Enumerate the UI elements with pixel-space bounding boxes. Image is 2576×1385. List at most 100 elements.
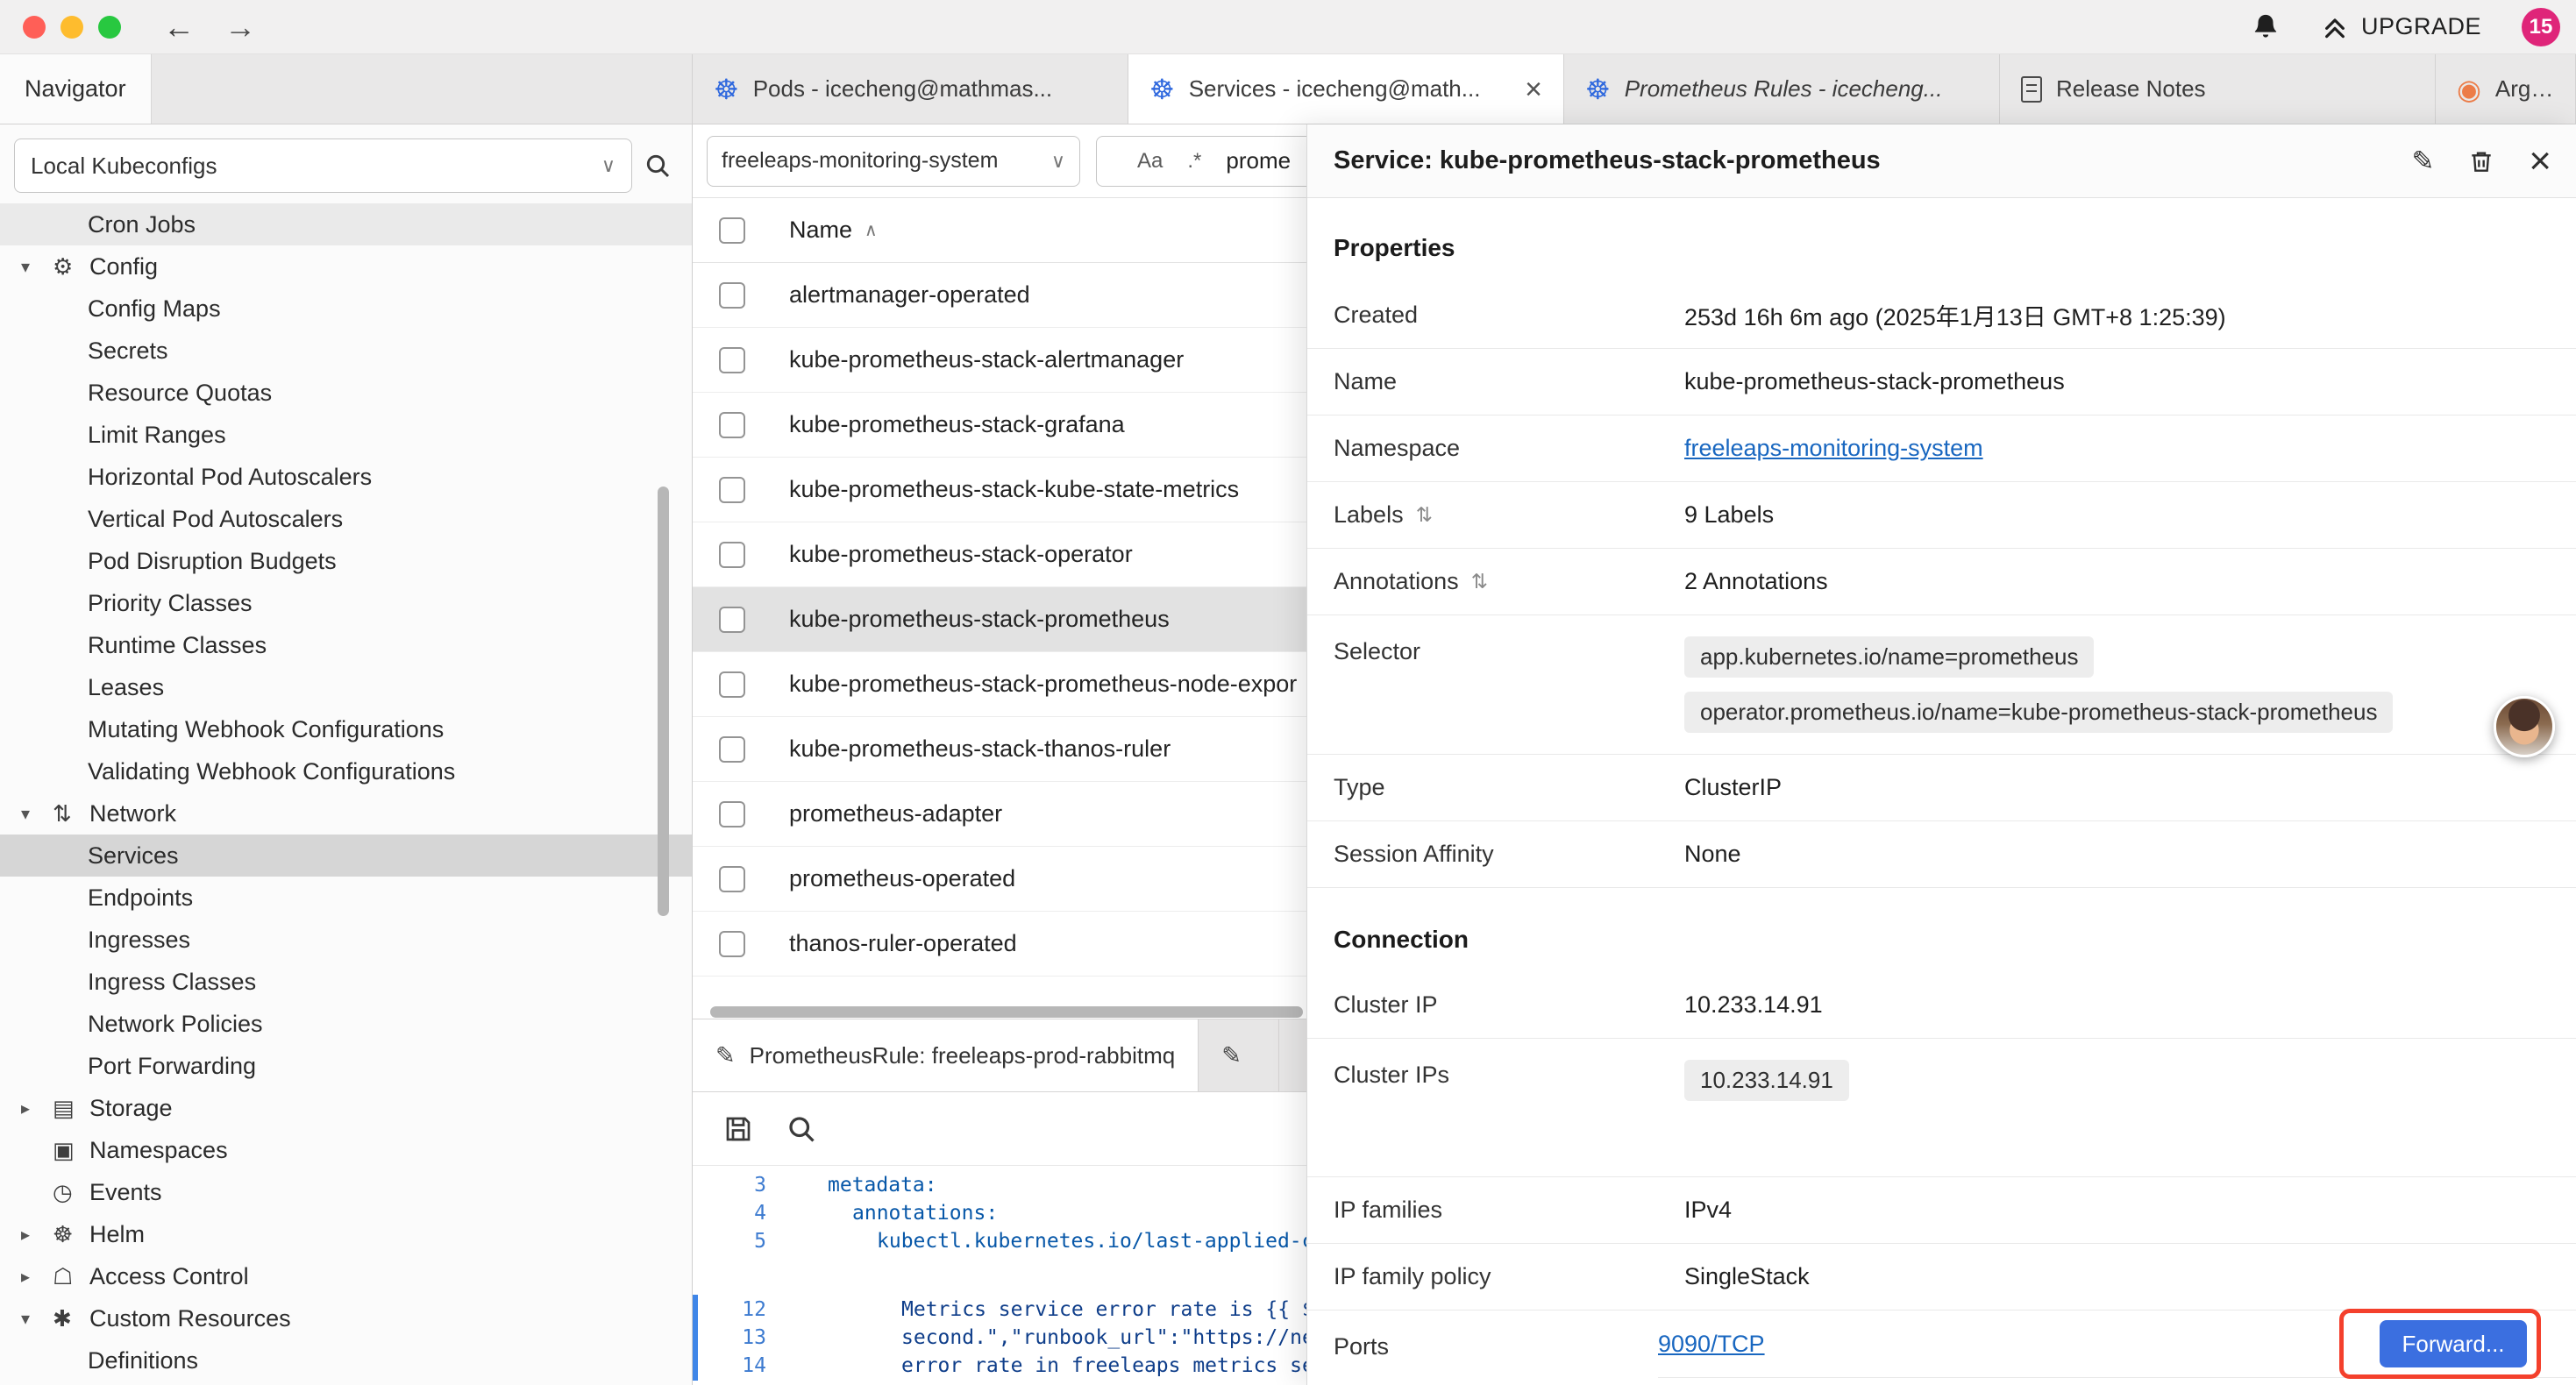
- namespace-select[interactable]: freeleaps-monitoring-system ∨: [707, 136, 1080, 187]
- editor-tab-prometheusrule-freeleaps-prod-rabbitmq[interactable]: PrometheusRule: freeleaps-prod-rabbitmq: [693, 1019, 1199, 1091]
- sidebar-item-priority-classes[interactable]: Priority Classes: [0, 582, 692, 624]
- delete-icon[interactable]: [2467, 147, 2495, 175]
- tab-pods-icecheng-mathmas[interactable]: Pods - icecheng@mathmas...: [693, 54, 1128, 124]
- detail-value: 253d 16h 6m ago (2025年1月13日 GMT+8 1:25:3…: [1684, 298, 2226, 332]
- detail-value: kube-prometheus-stack-prometheus: [1684, 368, 2065, 395]
- match-case-toggle[interactable]: Aa: [1137, 149, 1163, 174]
- forward-button[interactable]: Forward...: [2380, 1320, 2527, 1367]
- close-panel-icon[interactable]: ×: [2529, 146, 2551, 176]
- sidebar-item-events[interactable]: Events: [0, 1171, 692, 1213]
- sidebar-item-label: Network Policies: [88, 1011, 263, 1038]
- sidebar-item-runtime-classes[interactable]: Runtime Classes: [0, 624, 692, 666]
- sidebar-item-definitions[interactable]: Definitions: [0, 1339, 692, 1381]
- chevron-down-icon[interactable]: [21, 803, 53, 825]
- forward-arrow-icon[interactable]: →: [224, 11, 256, 43]
- tab-release-notes[interactable]: Release Notes: [2000, 54, 2436, 124]
- chevron-down-icon: ∨: [601, 156, 616, 175]
- tab-label: Argo S...: [2495, 75, 2554, 103]
- code-text: annotations:: [789, 1202, 998, 1225]
- sidebar-item-validating-webhook-configurations[interactable]: Validating Webhook Configurations: [0, 750, 692, 792]
- expand-toggle-icon[interactable]: ⇅: [1471, 570, 1488, 593]
- row-checkbox[interactable]: [719, 931, 745, 957]
- port-link[interactable]: 9090/TCP: [1658, 1331, 1765, 1358]
- edit-icon[interactable]: ✎: [2411, 146, 2434, 177]
- sidebar-scrollbar[interactable]: [658, 487, 669, 916]
- sidebar-item-custom-resources[interactable]: Custom Resources: [0, 1297, 692, 1339]
- row-checkbox[interactable]: [719, 671, 745, 698]
- helm-icon: [53, 1221, 89, 1248]
- column-header-name[interactable]: Name ∧: [789, 217, 878, 244]
- sidebar-item-leases[interactable]: Leases: [0, 666, 692, 708]
- sidebar-item-access-control[interactable]: Access Control: [0, 1255, 692, 1297]
- table-horizontal-scrollbar[interactable]: [710, 1006, 1303, 1018]
- gear-icon: [53, 253, 89, 281]
- minimize-window-button[interactable]: [60, 16, 83, 39]
- sidebar-item-label: Vertical Pod Autoscalers: [88, 506, 343, 533]
- row-checkbox[interactable]: [719, 607, 745, 633]
- chevron-down-icon[interactable]: [21, 1308, 53, 1330]
- sidebar-item-network[interactable]: Network: [0, 792, 692, 835]
- sidebar-item-label: Access Control: [89, 1263, 249, 1290]
- sidebar-item-storage[interactable]: Storage: [0, 1087, 692, 1129]
- row-checkbox[interactable]: [719, 282, 745, 309]
- sidebar-item-services[interactable]: Services: [0, 835, 692, 877]
- sidebar-item-port-forwarding[interactable]: Port Forwarding: [0, 1045, 692, 1087]
- sidebar-item-vertical-pod-autoscalers[interactable]: Vertical Pod Autoscalers: [0, 498, 692, 540]
- detail-label: Annotations ⇅: [1334, 568, 1684, 595]
- chevron-right-icon[interactable]: [21, 1266, 53, 1288]
- sidebar-item-config[interactable]: Config: [0, 245, 692, 288]
- sidebar-item-mutating-webhook-configurations[interactable]: Mutating Webhook Configurations: [0, 708, 692, 750]
- zoom-window-button[interactable]: [98, 16, 121, 39]
- line-number: 4: [693, 1202, 789, 1225]
- row-checkbox[interactable]: [719, 412, 745, 438]
- regex-toggle[interactable]: .*: [1187, 149, 1201, 174]
- row-name: kube-prometheus-stack-grafana: [789, 411, 1125, 438]
- chevron-right-icon[interactable]: [21, 1097, 53, 1119]
- sidebar-item-limit-ranges[interactable]: Limit Ranges: [0, 414, 692, 456]
- detail-link[interactable]: freeleaps-monitoring-system: [1684, 435, 1983, 462]
- forward-button-wrap: Forward...: [2380, 1320, 2527, 1367]
- sidebar-item-endpoints[interactable]: Endpoints: [0, 877, 692, 919]
- notification-badge[interactable]: 15: [2522, 8, 2560, 46]
- clock-icon: [53, 1179, 89, 1206]
- row-checkbox[interactable]: [719, 866, 745, 892]
- tab-argo-s[interactable]: Argo S...: [2436, 54, 2576, 124]
- sidebar-item-pod-disruption-budgets[interactable]: Pod Disruption Budgets: [0, 540, 692, 582]
- row-checkbox[interactable]: [719, 801, 745, 827]
- sidebar-search-button[interactable]: [632, 140, 683, 191]
- upgrade-button[interactable]: UPGRADE: [2321, 13, 2481, 41]
- sidebar-item-ingresses[interactable]: Ingresses: [0, 919, 692, 961]
- sidebar-item-label: Leases: [88, 674, 164, 701]
- select-all-checkbox[interactable]: [719, 217, 745, 244]
- row-checkbox[interactable]: [719, 347, 745, 373]
- close-window-button[interactable]: [23, 16, 46, 39]
- notifications-bell-icon[interactable]: [2251, 12, 2281, 42]
- expand-toggle-icon[interactable]: ⇅: [1416, 503, 1433, 527]
- sidebar-item-config-maps[interactable]: Config Maps: [0, 288, 692, 330]
- row-checkbox[interactable]: [719, 477, 745, 503]
- sidebar-item-helm[interactable]: Helm: [0, 1213, 692, 1255]
- detail-label-text: Annotations: [1334, 568, 1459, 595]
- sidebar-item-cron-jobs[interactable]: Cron Jobs: [0, 203, 692, 245]
- row-checkbox[interactable]: [719, 736, 745, 763]
- tab-services-icecheng-math[interactable]: Services - icecheng@math...×: [1128, 54, 1564, 124]
- editor-search-button[interactable]: [786, 1113, 817, 1145]
- sidebar-item-namespaces[interactable]: Namespaces: [0, 1129, 692, 1171]
- chevron-right-icon[interactable]: [21, 1224, 53, 1246]
- back-arrow-icon[interactable]: ←: [163, 11, 195, 43]
- sidebar-item-horizontal-pod-autoscalers[interactable]: Horizontal Pod Autoscalers: [0, 456, 692, 498]
- chevron-down-icon[interactable]: [21, 256, 53, 278]
- user-avatar[interactable]: [2494, 696, 2555, 757]
- close-tab-icon[interactable]: ×: [1525, 75, 1542, 104]
- detail-label: IP families: [1334, 1197, 1684, 1224]
- kubeconfig-select[interactable]: Local Kubeconfigs ∨: [14, 138, 632, 193]
- navigator-panel-tab[interactable]: Navigator: [0, 54, 152, 124]
- sidebar-item-network-policies[interactable]: Network Policies: [0, 1003, 692, 1045]
- sidebar-item-resource-quotas[interactable]: Resource Quotas: [0, 372, 692, 414]
- row-checkbox[interactable]: [719, 542, 745, 568]
- save-button[interactable]: [722, 1113, 754, 1145]
- editor-tab-item[interactable]: [1199, 1019, 1279, 1091]
- tab-prometheus-rules-icecheng[interactable]: Prometheus Rules - icecheng...: [1564, 54, 2000, 124]
- sidebar-item-secrets[interactable]: Secrets: [0, 330, 692, 372]
- sidebar-item-ingress-classes[interactable]: Ingress Classes: [0, 961, 692, 1003]
